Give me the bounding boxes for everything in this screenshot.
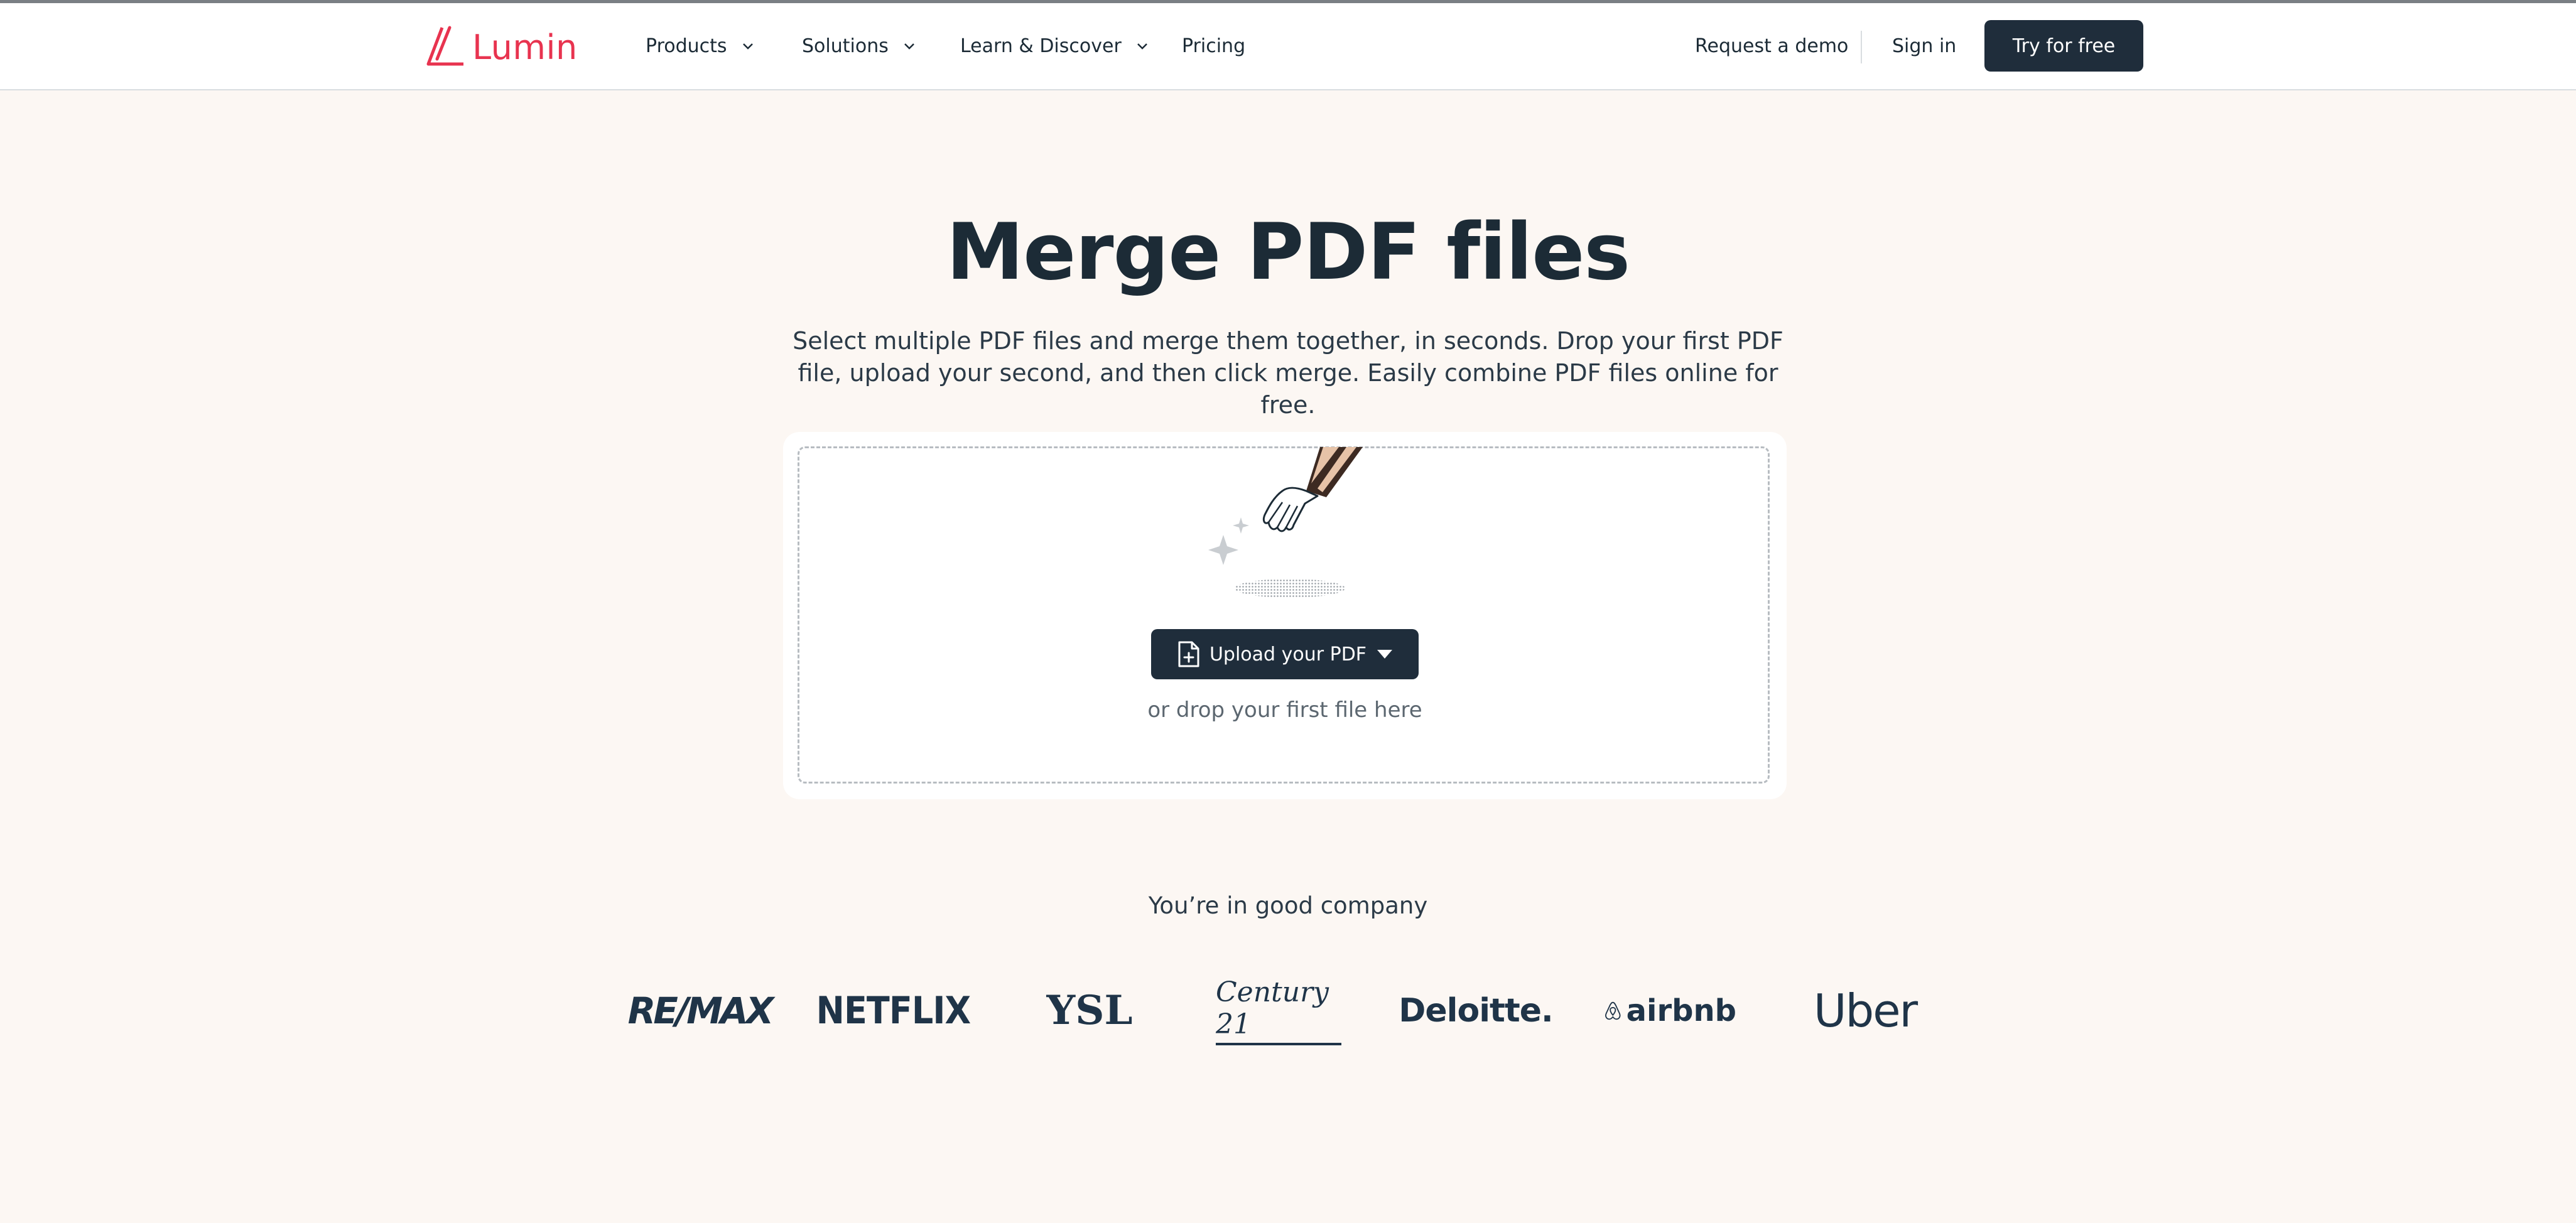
upload-card — [783, 432, 1787, 799]
nav-solutions[interactable]: Solutions — [802, 3, 916, 89]
uber-logo-text: Uber — [1813, 984, 1918, 1037]
airbnb-logo-text: airbnb — [1626, 993, 1736, 1028]
nav-learn-discover-label: Learn & Discover — [960, 35, 1122, 57]
airbnb-belo-icon — [1605, 1001, 1621, 1020]
nav-products-label: Products — [646, 35, 727, 57]
upload-pdf-label: Upload your PDF — [1209, 643, 1367, 665]
ysl-logo: YSL — [1047, 970, 1133, 1052]
remax-logo-text: RE/MAX — [627, 989, 774, 1032]
try-for-free-button[interactable]: Try for free — [1984, 20, 2143, 72]
customer-logos: RE/MAX NETFLIX YSL Century 21 Deloitte. … — [0, 970, 2576, 1052]
sign-in-link[interactable]: Sign in — [1892, 3, 1956, 89]
chevron-down-icon — [904, 43, 914, 50]
caret-down-icon — [1377, 650, 1393, 659]
request-demo-link[interactable]: Request a demo — [1695, 3, 1848, 89]
lumin-logo[interactable]: Lumin — [425, 22, 578, 72]
century21-logo-text: Century 21 — [1216, 976, 1341, 1045]
page-description: Select multiple PDF files and merge them… — [793, 327, 1783, 419]
airbnb-logo: airbnb — [1605, 970, 1736, 1052]
logo-wordmark: Lumin — [472, 27, 578, 67]
nav-pricing[interactable]: Pricing — [1182, 3, 1245, 89]
sign-in-label: Sign in — [1892, 35, 1957, 57]
page-title: Merge PDF files — [946, 207, 1630, 298]
nav-solutions-label: Solutions — [802, 35, 889, 57]
social-proof-title: You’re in good company — [1148, 892, 1428, 919]
ysl-logo-text: YSL — [1046, 987, 1133, 1034]
nav-products[interactable]: Products — [646, 3, 755, 89]
drop-hint: or drop your first file here — [1147, 698, 1422, 723]
deloitte-logo-text: Deloitte. — [1399, 992, 1554, 1030]
request-demo-label: Request a demo — [1695, 35, 1849, 57]
remax-logo: RE/MAX — [628, 970, 774, 1052]
file-drop-zone[interactable] — [798, 446, 1770, 784]
netflix-logo-text: NETFLIX — [816, 989, 971, 1033]
nav-pricing-label: Pricing — [1182, 35, 1246, 57]
nav-learn-discover[interactable]: Learn & Discover — [960, 3, 1149, 89]
netflix-logo: NETFLIX — [816, 970, 971, 1052]
chevron-down-icon — [1137, 43, 1147, 50]
nav-divider — [1861, 31, 1862, 63]
navbar: Lumin Products Solutions Learn & Discove… — [0, 3, 2576, 90]
hand-drop-illustration — [1208, 447, 1363, 598]
uber-logo: Uber — [1802, 970, 1928, 1052]
file-plus-icon — [1178, 641, 1199, 667]
century21-logo: Century 21 — [1216, 970, 1341, 1052]
deloitte-logo: Deloitte. — [1399, 970, 1554, 1052]
chevron-down-icon — [742, 43, 753, 50]
upload-pdf-button[interactable]: Upload your PDF — [1151, 629, 1419, 679]
lumin-logo-icon — [426, 26, 463, 66]
